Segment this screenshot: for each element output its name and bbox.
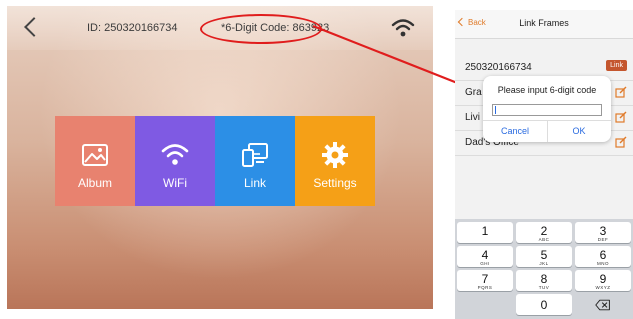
key-letters: DEF [597, 237, 609, 242]
link-button[interactable]: Link [606, 60, 627, 71]
key-letters: WXYZ [595, 285, 611, 290]
edit-icon[interactable] [615, 86, 627, 98]
edit-icon[interactable] [615, 111, 627, 123]
key-letters: TUV [538, 285, 550, 290]
key-1[interactable]: 1 [457, 222, 513, 243]
backspace-icon [595, 299, 610, 311]
numeric-keyboard: 1 2 ABC 3 DEF 4 GHI 5 JKL 6 MNO 7 PQRS 8 [455, 219, 633, 319]
album-tile-label: Album [77, 176, 112, 190]
gear-icon [322, 142, 348, 168]
key-letters: ABC [538, 237, 550, 242]
text-caret [495, 106, 496, 114]
album-tile[interactable]: Album [55, 116, 135, 206]
key-7[interactable]: 7 PQRS [457, 270, 513, 291]
key-3[interactable]: 3 DEF [575, 222, 631, 243]
key-digit: 0 [540, 298, 548, 312]
key-8[interactable]: 8 TUV [516, 270, 572, 291]
key-6[interactable]: 6 MNO [575, 246, 631, 267]
delete-key[interactable] [575, 294, 631, 315]
key-letters: PQRS [477, 285, 493, 290]
main-menu-tiles: Album WiFi Link Settings [55, 116, 375, 206]
frame-id-text: ID: 250320166734 [87, 22, 178, 34]
settings-tile[interactable]: Settings [295, 116, 375, 206]
key-5[interactable]: 5 JKL [516, 246, 572, 267]
key-digit: 7 [481, 272, 489, 286]
key-digit: 9 [599, 272, 607, 286]
link-tile-label: Link [243, 176, 266, 190]
frame-screen: ID: 250320166734 *6-Digit Code: 863923 A… [7, 6, 433, 309]
settings-tile-label: Settings [313, 176, 357, 190]
key-letters: JKL [539, 261, 549, 266]
wifi-status-icon [391, 19, 415, 37]
album-icon [82, 144, 108, 166]
phone-screen: Back Link Frames 250320166734 Link Gra L… [455, 10, 633, 319]
nav-title: Link Frames [519, 18, 569, 28]
key-digit: 1 [481, 224, 489, 238]
key-digit: 2 [540, 224, 548, 238]
frame-name: 250320166734 [465, 62, 532, 73]
key-letters: GHI [480, 261, 490, 266]
wifi-icon [161, 144, 189, 165]
wifi-tile-label: WiFi [163, 176, 187, 190]
key-digit: 8 [540, 272, 548, 286]
key-4[interactable]: 4 GHI [457, 246, 513, 267]
key-digit: 5 [540, 248, 548, 262]
key-digit: 3 [599, 224, 607, 238]
key-digit: 6 [599, 248, 607, 262]
code-highlight-ellipse [200, 14, 322, 44]
key-digit: 4 [481, 248, 489, 262]
link-icon [242, 143, 268, 167]
key-2[interactable]: 2 ABC [516, 222, 572, 243]
wifi-tile[interactable]: WiFi [135, 116, 215, 206]
dialog-title: Please input 6-digit code [497, 85, 597, 95]
frame-name: Gra [465, 87, 482, 98]
nav-bar: Back Link Frames [455, 10, 633, 39]
key-0[interactable]: 0 [516, 294, 572, 315]
frame-name: Livi [465, 112, 481, 123]
key-9[interactable]: 9 WXYZ [575, 270, 631, 291]
ok-button[interactable]: OK [547, 126, 611, 136]
edit-icon[interactable] [615, 136, 627, 148]
key-letters: MNO [597, 261, 609, 266]
code-input-dialog: Please input 6-digit code Cancel OK [483, 76, 611, 142]
link-tile[interactable]: Link [215, 116, 295, 206]
cancel-button[interactable]: Cancel [483, 126, 547, 136]
code-input-field[interactable] [492, 104, 602, 116]
